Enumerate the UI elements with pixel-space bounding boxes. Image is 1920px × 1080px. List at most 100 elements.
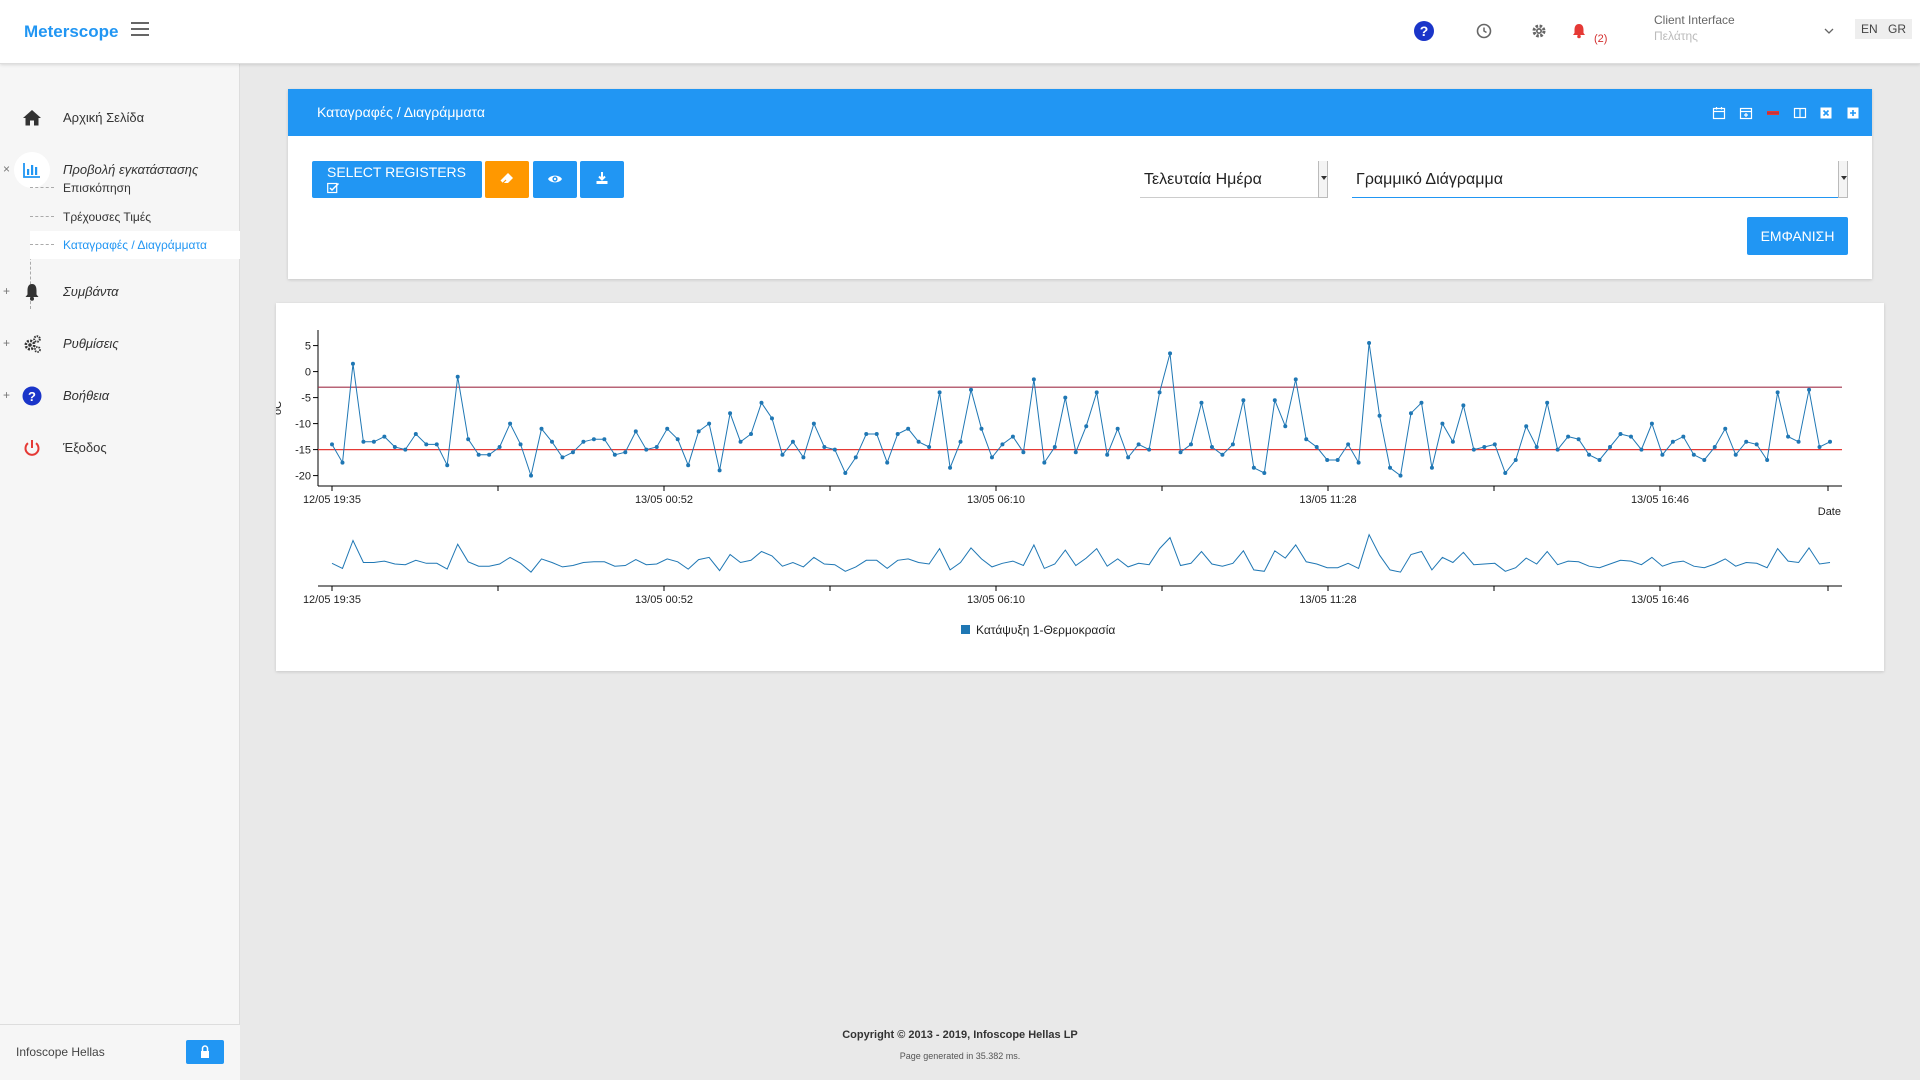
data-point[interactable] xyxy=(832,447,837,452)
data-point[interactable] xyxy=(1251,465,1256,470)
data-point[interactable] xyxy=(707,421,712,426)
data-point[interactable] xyxy=(769,416,774,421)
sidebar-item-home[interactable]: Αρχική Σελίδα xyxy=(0,100,240,136)
data-point[interactable] xyxy=(1419,400,1424,405)
data-point[interactable] xyxy=(979,426,984,431)
data-point[interactable] xyxy=(801,455,806,460)
sidebar-item-help[interactable]: + ? Βοήθεια xyxy=(0,378,240,414)
data-point[interactable] xyxy=(811,421,816,426)
data-point[interactable] xyxy=(1230,442,1235,447)
data-point[interactable] xyxy=(1471,447,1476,452)
data-point[interactable] xyxy=(1126,455,1131,460)
data-point[interactable] xyxy=(1293,377,1298,382)
sidebar-item-events[interactable]: + Συμβάντα xyxy=(0,274,240,310)
data-point[interactable] xyxy=(916,439,921,444)
data-point[interactable] xyxy=(675,437,680,442)
data-point[interactable] xyxy=(937,390,942,395)
data-point[interactable] xyxy=(445,463,450,468)
bell-icon[interactable] xyxy=(1568,20,1590,42)
data-point[interactable] xyxy=(455,374,460,379)
data-point[interactable] xyxy=(612,452,617,457)
dropdown-arrow-icon[interactable] xyxy=(1318,161,1328,198)
data-point[interactable] xyxy=(1670,439,1675,444)
data-point[interactable] xyxy=(424,442,429,447)
data-point[interactable] xyxy=(738,439,743,444)
expand-icon[interactable]: + xyxy=(3,388,10,402)
data-point[interactable] xyxy=(1534,445,1539,449)
data-point[interactable] xyxy=(895,432,900,436)
download-button[interactable] xyxy=(580,161,624,198)
data-point[interactable] xyxy=(1828,439,1832,444)
minus-icon[interactable] xyxy=(1765,105,1781,121)
data-point[interactable] xyxy=(1105,452,1110,457)
data-point[interactable] xyxy=(665,426,670,431)
data-point[interactable] xyxy=(361,439,366,444)
data-point[interactable] xyxy=(1063,395,1068,400)
data-point[interactable] xyxy=(1492,442,1497,447)
data-point[interactable] xyxy=(1010,434,1015,439)
data-point[interactable] xyxy=(1304,437,1309,442)
data-point[interactable] xyxy=(1094,390,1099,395)
data-point[interactable] xyxy=(633,429,638,434)
data-point[interactable] xyxy=(1775,390,1780,395)
sidebar-subitem-records-charts[interactable]: Καταγραφές / Διαγράμματα xyxy=(30,231,240,259)
data-point[interactable] xyxy=(686,463,691,468)
data-point[interactable] xyxy=(1168,351,1173,356)
data-point[interactable] xyxy=(1796,439,1801,444)
data-point[interactable] xyxy=(1325,458,1330,462)
data-point[interactable] xyxy=(1021,450,1026,455)
data-point[interactable] xyxy=(508,421,513,426)
data-point[interactable] xyxy=(717,468,722,473)
data-point[interactable] xyxy=(560,455,565,460)
data-point[interactable] xyxy=(1209,445,1214,449)
data-point[interactable] xyxy=(1649,421,1654,426)
data-point[interactable] xyxy=(969,387,974,392)
data-point[interactable] xyxy=(1346,442,1351,447)
data-point[interactable] xyxy=(1744,439,1749,444)
data-point[interactable] xyxy=(948,465,953,470)
data-point[interactable] xyxy=(1691,452,1696,457)
data-point[interactable] xyxy=(885,460,890,465)
data-point[interactable] xyxy=(434,442,439,447)
data-point[interactable] xyxy=(1147,447,1152,452)
gear-icon[interactable] xyxy=(1528,20,1550,42)
data-point[interactable] xyxy=(623,450,628,455)
data-point[interactable] xyxy=(1482,445,1487,449)
data-point[interactable] xyxy=(644,447,649,452)
data-point[interactable] xyxy=(1136,442,1141,447)
columns-icon[interactable] xyxy=(1792,105,1808,121)
data-point[interactable] xyxy=(392,445,397,449)
clock-icon[interactable] xyxy=(1473,20,1495,42)
data-point[interactable] xyxy=(1052,445,1057,449)
data-point[interactable] xyxy=(1545,400,1550,405)
data-point[interactable] xyxy=(1073,450,1078,455)
data-point[interactable] xyxy=(1450,439,1455,444)
data-point[interactable] xyxy=(340,460,345,465)
data-point[interactable] xyxy=(958,439,963,444)
data-point[interactable] xyxy=(1031,377,1036,382)
data-point[interactable] xyxy=(1115,426,1120,431)
data-point[interactable] xyxy=(1377,413,1382,418)
data-point[interactable] xyxy=(927,445,932,449)
data-point[interactable] xyxy=(1660,452,1665,457)
data-point[interactable] xyxy=(1576,437,1581,442)
data-point[interactable] xyxy=(570,450,575,455)
show-button[interactable]: ΕΜΦΑΝΙΣΗ xyxy=(1747,217,1848,255)
plus-box-icon[interactable] xyxy=(1845,105,1861,121)
data-point[interactable] xyxy=(466,437,471,442)
data-point[interactable] xyxy=(1733,452,1738,457)
data-point[interactable] xyxy=(759,400,764,405)
data-point[interactable] xyxy=(1628,434,1633,439)
data-point[interactable] xyxy=(350,361,355,366)
data-point[interactable] xyxy=(1398,473,1403,478)
data-point[interactable] xyxy=(518,442,523,447)
data-point[interactable] xyxy=(529,473,534,478)
lang-en-button[interactable]: EN xyxy=(1855,19,1884,39)
data-point[interactable] xyxy=(1388,465,1393,470)
data-point[interactable] xyxy=(654,445,659,449)
close-box-icon[interactable] xyxy=(1818,105,1834,121)
data-point[interactable] xyxy=(1555,447,1560,452)
brand-logo[interactable]: Meterscope xyxy=(24,22,118,42)
data-point[interactable] xyxy=(487,452,492,457)
data-point[interactable] xyxy=(1807,387,1812,392)
